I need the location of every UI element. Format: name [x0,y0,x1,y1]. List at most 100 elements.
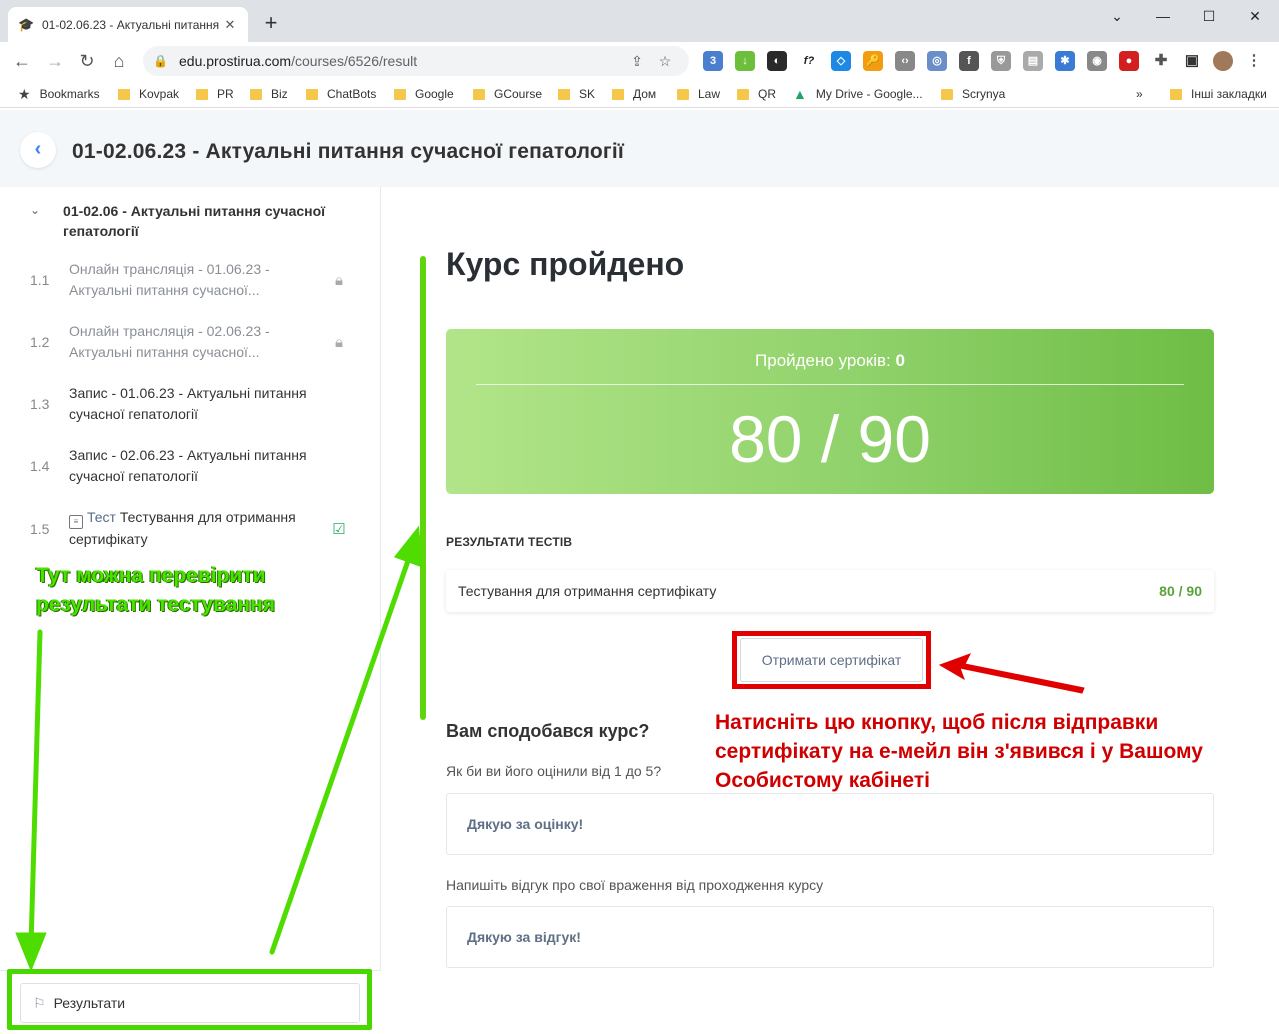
bookmark-folder[interactable]: QR [737,85,776,103]
bookmark-item[interactable]: ★ Bookmarks [18,85,100,103]
bookmark-folder[interactable]: Law [677,85,720,103]
folder-icon [612,88,624,100]
graduation-cap-icon: 🎓 [18,16,35,32]
formula-extension-icon[interactable]: f? [799,51,819,71]
folder-icon [473,88,485,100]
tab-search-icon[interactable]: ⌄ [1102,4,1132,28]
bookmark-folder[interactable]: GCourse [473,85,542,103]
lock-icon: 🔒 [153,54,168,68]
lessons-passed: Пройдено уроків: 0 [755,351,905,370]
lesson-item[interactable]: 1.3 Запис - 01.06.23 - Актуальні питання… [30,383,360,425]
facebook-extension-icon[interactable]: f [959,51,979,71]
bookmark-folder[interactable]: SK [558,85,595,103]
bookmark-star-icon[interactable]: ☆ [651,53,679,70]
extension-icon[interactable]: 3 [703,51,723,71]
url-path: /courses/6526/result [291,53,418,69]
share-icon[interactable]: ⇪ [623,53,651,70]
checkbox-checked-icon: ☑ [332,520,346,538]
folder-icon [558,88,570,100]
review-question: Напишіть відгук про свої враження від пр… [446,877,824,893]
lesson-title: Запис - 02.06.23 - Актуальні питання суч… [69,447,307,484]
address-bar[interactable]: 🔒 edu.prostirua.com/courses/6526/result … [143,46,689,76]
close-tab-icon[interactable]: ✕ [222,17,238,33]
bookmark-folder[interactable]: Scrynya [941,85,1005,103]
folder-icon [250,88,262,100]
back-arrow-icon[interactable]: ← [10,49,34,73]
test-results-label: РЕЗУЛЬТАТИ ТЕСТІВ [446,535,573,549]
extension-icon[interactable]: ◎ [927,51,947,71]
lesson-title: Онлайн трансляція - 01.06.23 - Актуальні… [69,261,270,298]
bookmarks-bar: ★ Bookmarks Kovpak PR Biz ChatBots Google… [0,80,1279,108]
browser-toolbar: ← → ↻ ⌂ 🔒 edu.prostirua.com/courses/6526… [0,42,1279,80]
download-extension-icon[interactable]: ↓ [735,51,755,71]
bookmark-folder[interactable]: Biz [250,85,288,103]
new-tab-button[interactable]: + [259,12,283,36]
side-panel-icon[interactable]: ▣ [1182,51,1202,71]
lesson-number: 1.4 [30,458,50,474]
extension-icon[interactable]: ✱ [1055,51,1075,71]
extension-icon[interactable]: ◐ [767,51,787,71]
extension-icon[interactable]: ▤ [1023,51,1043,71]
lock-icon: 🔒︎ [335,333,343,351]
lesson-title: Запис - 01.06.23 - Актуальні питання суч… [69,385,307,422]
avatar[interactable] [1213,51,1233,71]
record-extension-icon[interactable]: ● [1119,51,1139,71]
course-header: ‹ 01-02.06.23 - Актуальні питання сучасн… [0,110,1279,187]
test-score: 80 / 90 [1159,583,1202,599]
bookmark-folder[interactable]: Kovpak [118,85,179,103]
test-icon: ≡ [69,515,83,529]
test-result-row: Тестування для отримання сертифікату 80 … [446,570,1214,612]
lesson-title: ≡ Тест Тестування для отримання сертифіка… [69,509,296,547]
folder-icon [941,88,953,100]
camera-extension-icon[interactable]: ◉ [1087,51,1107,71]
rating-box: Дякую за оцінку! [446,793,1214,855]
lesson-item[interactable]: 1.2 Онлайн трансляція - 02.06.23 - Актуа… [30,321,360,363]
star-icon: ★ [18,86,31,102]
other-bookmarks-folder[interactable]: Інші закладки [1170,85,1267,103]
lesson-number: 1.1 [30,272,50,288]
close-window-button[interactable]: ✕ [1240,4,1270,28]
bookmark-item[interactable]: ▲ My Drive - Google... [793,85,923,103]
rating-question: Як би ви його оцінили від 1 до 5? [446,763,662,779]
maximize-button[interactable]: ☐ [1194,4,1224,28]
back-chevron-icon[interactable]: ‹ [20,132,56,168]
folder-icon [394,88,406,100]
google-drive-icon: ▲ [793,86,807,102]
bookmarks-overflow-icon[interactable]: » [1136,85,1143,103]
folder-icon [196,88,208,100]
shield-extension-icon[interactable]: ⛨ [991,51,1011,71]
bookmark-folder[interactable]: PR [196,85,234,103]
reload-icon[interactable]: ↻ [75,49,99,73]
key-extension-icon[interactable]: 🔑 [863,51,883,71]
extension-icon[interactable]: ◇ [831,51,851,71]
section-header[interactable]: ⌄ 01-02.06 - Актуальні питання сучасної … [30,201,360,241]
url-host: edu.prostirua.com [179,53,292,69]
red-highlight-box [732,631,931,689]
score-card: Пройдено уроків: 0 80 / 90 [446,329,1214,494]
test-name: Тестування для отримання сертифікату [458,583,717,599]
folder-icon [118,88,130,100]
lesson-number: 1.3 [30,396,50,412]
forward-arrow-icon[interactable]: → [43,49,67,73]
browser-tab[interactable]: 🎓 01-02.06.23 - Актуальні питання ✕ [8,7,248,42]
code-extension-icon[interactable]: ‹› [895,51,915,71]
course-completed-heading: Курс пройдено [446,246,685,282]
puzzle-icon[interactable]: ✚ [1151,51,1171,71]
minimize-button[interactable]: — [1148,4,1178,28]
red-annotation-text: Натисніть цю кнопку, щоб після відправки… [715,711,1203,792]
home-icon[interactable]: ⌂ [107,49,131,73]
lesson-item[interactable]: 1.4 Запис - 02.06.23 - Актуальні питання… [30,445,360,487]
tab-title: 01-02.06.23 - Актуальні питання [42,17,220,32]
lesson-item[interactable]: 1.1 Онлайн трансляція - 01.06.23 - Актуа… [30,259,360,301]
lesson-number: 1.2 [30,334,50,350]
folder-icon [677,88,689,100]
green-annotation-text: Тут можна перевірити результати тестуван… [36,564,276,616]
bookmark-folder[interactable]: ChatBots [306,85,376,103]
green-annotation-line [420,256,426,720]
more-menu-icon[interactable]: ⋮ [1244,51,1264,71]
bookmark-folder[interactable]: Дом [612,85,656,103]
lesson-item[interactable]: 1.5 ≡ Тест Тестування для отримання серти… [30,507,360,550]
browser-tabstrip: 🎓 01-02.06.23 - Актуальні питання ✕ + ⌄ … [0,0,1279,42]
folder-icon [737,88,749,100]
bookmark-folder[interactable]: Google [394,85,454,103]
